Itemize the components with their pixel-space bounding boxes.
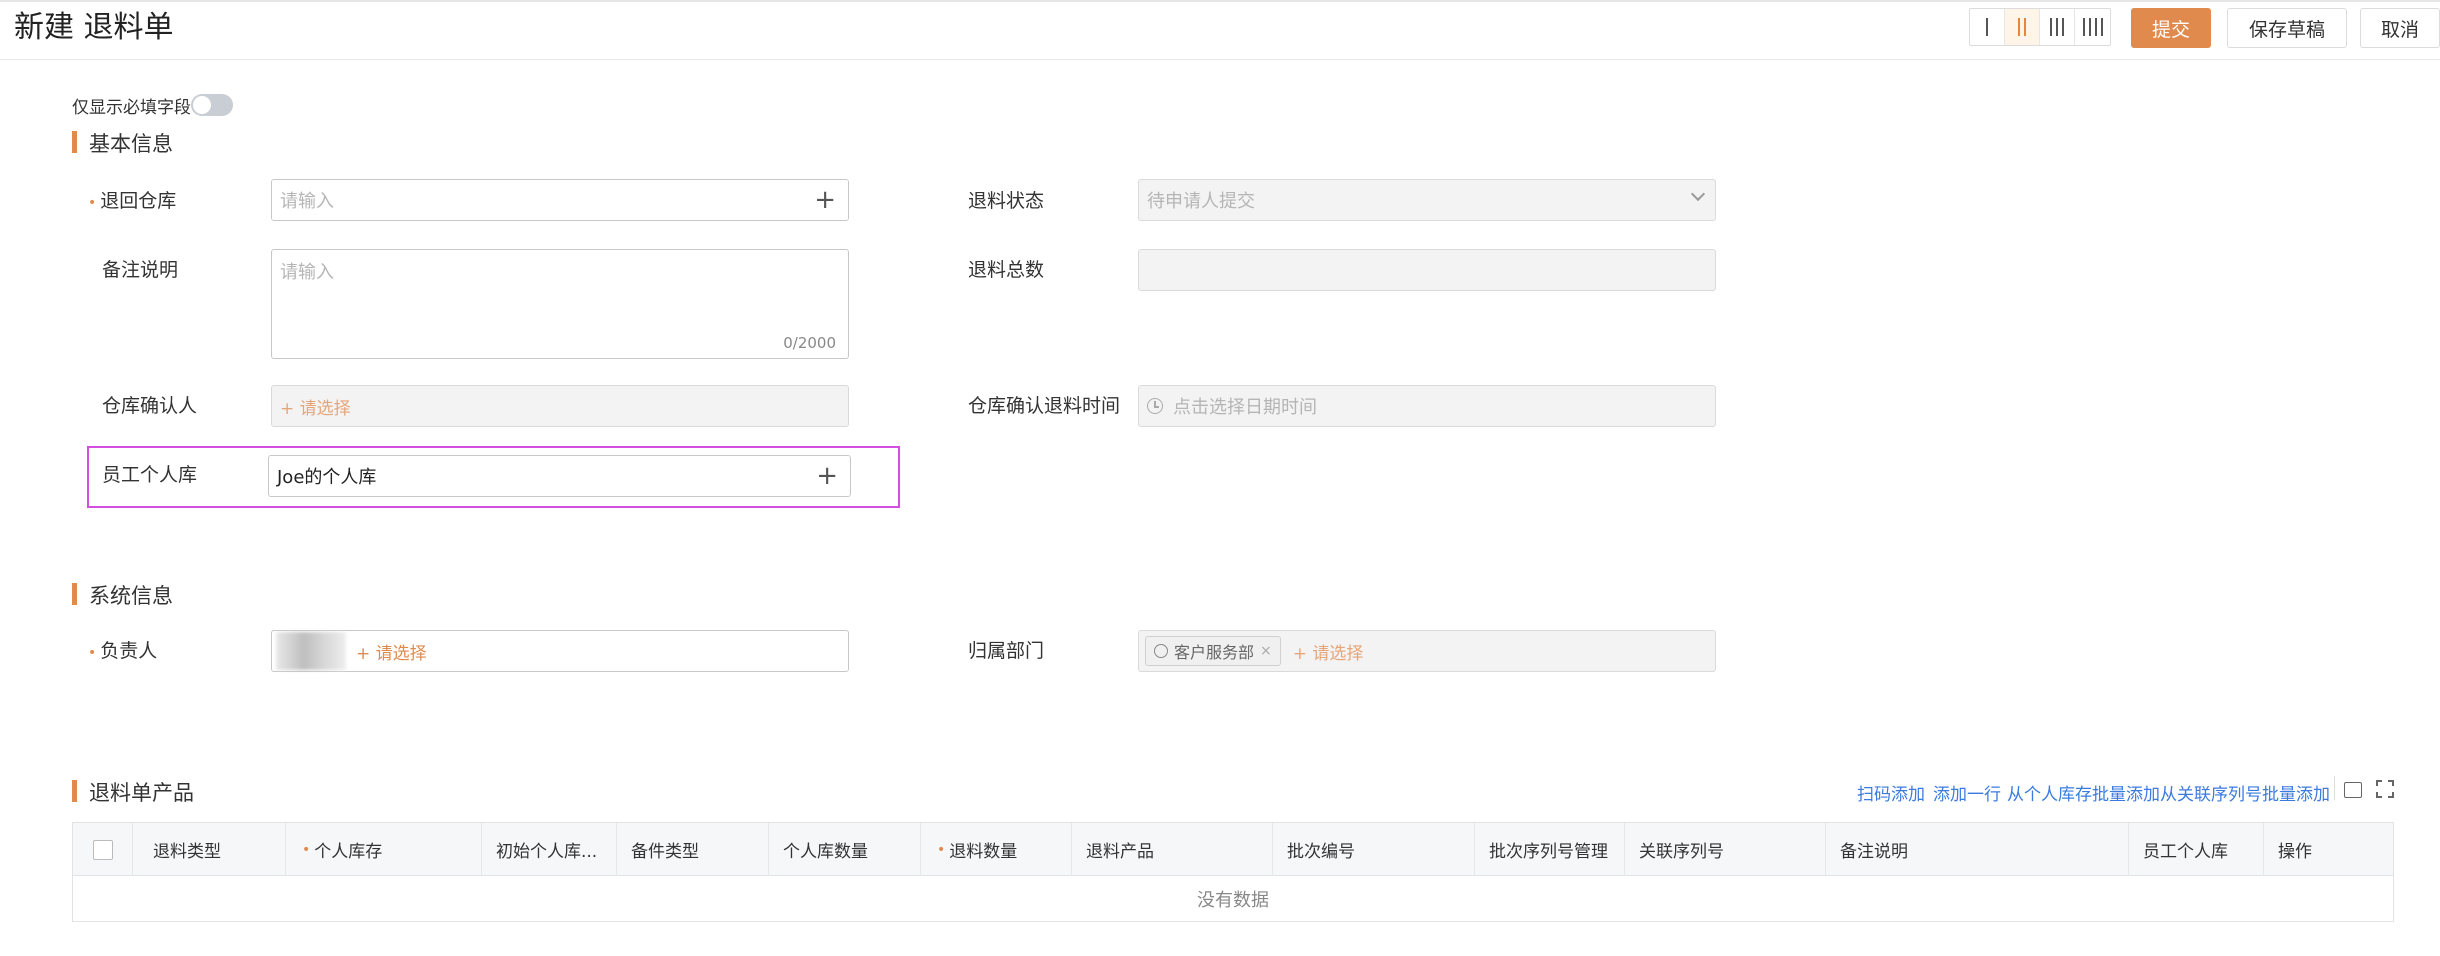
required-mark: •	[88, 195, 97, 211]
col-header: 个人库数量	[769, 823, 921, 876]
required-only-switch[interactable]	[191, 94, 233, 116]
layout-4-column-button[interactable]	[2075, 9, 2110, 45]
employee-store-value: Joe的个人库	[277, 467, 377, 488]
warehouse-confirm-time-picker: 点击选择日期时间	[1138, 385, 1716, 427]
select-all-cell	[73, 823, 133, 876]
select-all-checkbox[interactable]	[92, 839, 113, 860]
owner-label: • 负责人	[88, 640, 158, 662]
department-tag: 客户服务部 ×	[1145, 636, 1281, 666]
owner-select-hint[interactable]: + 请选择	[356, 639, 427, 664]
col-header: • 退料数量	[921, 823, 1072, 876]
warehouse-confirmer-select: + 请选择	[271, 385, 849, 427]
plus-icon[interactable]: +	[816, 462, 838, 490]
col-header: 初始个人库...	[482, 823, 617, 876]
basic-info-title: 基本信息	[89, 132, 173, 156]
required-mark: •	[88, 645, 97, 661]
submit-button[interactable]: 提交	[2131, 8, 2211, 48]
remarks-textarea[interactable]: 请输入 0/2000	[271, 249, 849, 359]
system-info-title: 系统信息	[89, 584, 173, 608]
department-icon	[1154, 644, 1168, 658]
layout-2-column-button[interactable]	[2005, 9, 2040, 45]
layout-column-toggle	[1969, 8, 2111, 46]
layout-3-column-button[interactable]	[2040, 9, 2075, 45]
products-title: 退料单产品	[89, 781, 194, 805]
warehouse-confirmer-label: 仓库确认人	[102, 395, 198, 417]
section-marker	[72, 583, 77, 605]
return-status-select: 待申请人提交	[1138, 179, 1716, 221]
return-status-label: 退料状态	[968, 190, 1045, 212]
col-header: 员工个人库	[2129, 823, 2264, 876]
required-mark: •	[937, 841, 946, 858]
owner-select[interactable]: + 请选择	[271, 630, 849, 672]
empty-state: 没有数据	[1197, 889, 1269, 911]
return-warehouse-input[interactable]: 请输入 +	[271, 179, 849, 221]
col-header: 关联序列号	[1625, 823, 1826, 876]
remarks-placeholder: 请输入	[280, 262, 334, 283]
chevron-down-icon	[1690, 186, 1706, 202]
warehouse-confirm-time-label: 仓库确认退料时间	[968, 395, 1121, 417]
return-total-input	[1138, 249, 1716, 291]
table-header: 退料类型 • 个人库存 初始个人库... 备件类型 个人库数量 • 退料数量 退料产…	[73, 823, 2393, 876]
col-header: 批次编号	[1273, 823, 1475, 876]
col-header: 退料类型	[133, 823, 286, 876]
col-header: • 个人库存	[286, 823, 482, 876]
save-draft-button[interactable]: 保存草稿	[2227, 8, 2347, 48]
required-only-label: 仅显示必填字段	[72, 98, 191, 118]
department-label: 归属部门	[968, 640, 1045, 662]
close-icon: ×	[1260, 643, 1272, 659]
department-tag-label: 客户服务部	[1174, 643, 1255, 662]
warehouse-confirmer-hint: + 请选择	[280, 398, 351, 419]
warehouse-confirm-time-placeholder: 点击选择日期时间	[1173, 397, 1317, 418]
products-table: 退料类型 • 个人库存 初始个人库... 备件类型 个人库数量 • 退料数量 退料产…	[72, 822, 2394, 922]
employee-store-input[interactable]: Joe的个人库 +	[268, 455, 851, 497]
department-select-hint: + 请选择	[1292, 643, 1364, 664]
plus-icon[interactable]: +	[814, 186, 836, 214]
batch-add-from-personal-stock-link[interactable]: 从个人库存批量添加	[2007, 780, 2160, 805]
avatar	[276, 632, 346, 670]
clock-icon	[1147, 398, 1163, 414]
layout-1-column-button[interactable]	[1970, 9, 2005, 45]
return-status-value: 待申请人提交	[1147, 191, 1255, 212]
batch-add-from-serial-link[interactable]: 从关联序列号批量添加	[2160, 780, 2330, 805]
add-row-link[interactable]: 添加一行	[1933, 780, 2001, 805]
divider	[2334, 776, 2335, 800]
return-warehouse-label: • 退回仓库	[88, 190, 177, 212]
col-header: 备注说明	[1826, 823, 2129, 876]
return-warehouse-placeholder: 请输入	[280, 191, 334, 212]
department-select: 客户服务部 × + 请选择	[1138, 630, 1716, 672]
return-total-label: 退料总数	[968, 259, 1045, 281]
fullscreen-icon[interactable]	[2376, 780, 2394, 798]
section-marker	[72, 131, 77, 153]
col-header: 退料产品	[1072, 823, 1273, 876]
remarks-label: 备注说明	[102, 259, 179, 281]
cancel-button[interactable]: 取消	[2360, 8, 2440, 48]
required-mark: •	[302, 841, 311, 858]
col-header: 操作	[2278, 842, 2312, 862]
remarks-counter: 0/2000	[783, 334, 836, 352]
col-header: 批次序列号管理	[1475, 823, 1625, 876]
column-settings-icon[interactable]	[2344, 782, 2362, 798]
employee-store-label: 员工个人库	[102, 464, 198, 486]
col-header: 备件类型	[617, 823, 769, 876]
section-marker	[72, 780, 77, 802]
scan-add-link[interactable]: 扫码添加	[1857, 780, 1925, 805]
page-title: 新建 退料单	[14, 10, 174, 45]
